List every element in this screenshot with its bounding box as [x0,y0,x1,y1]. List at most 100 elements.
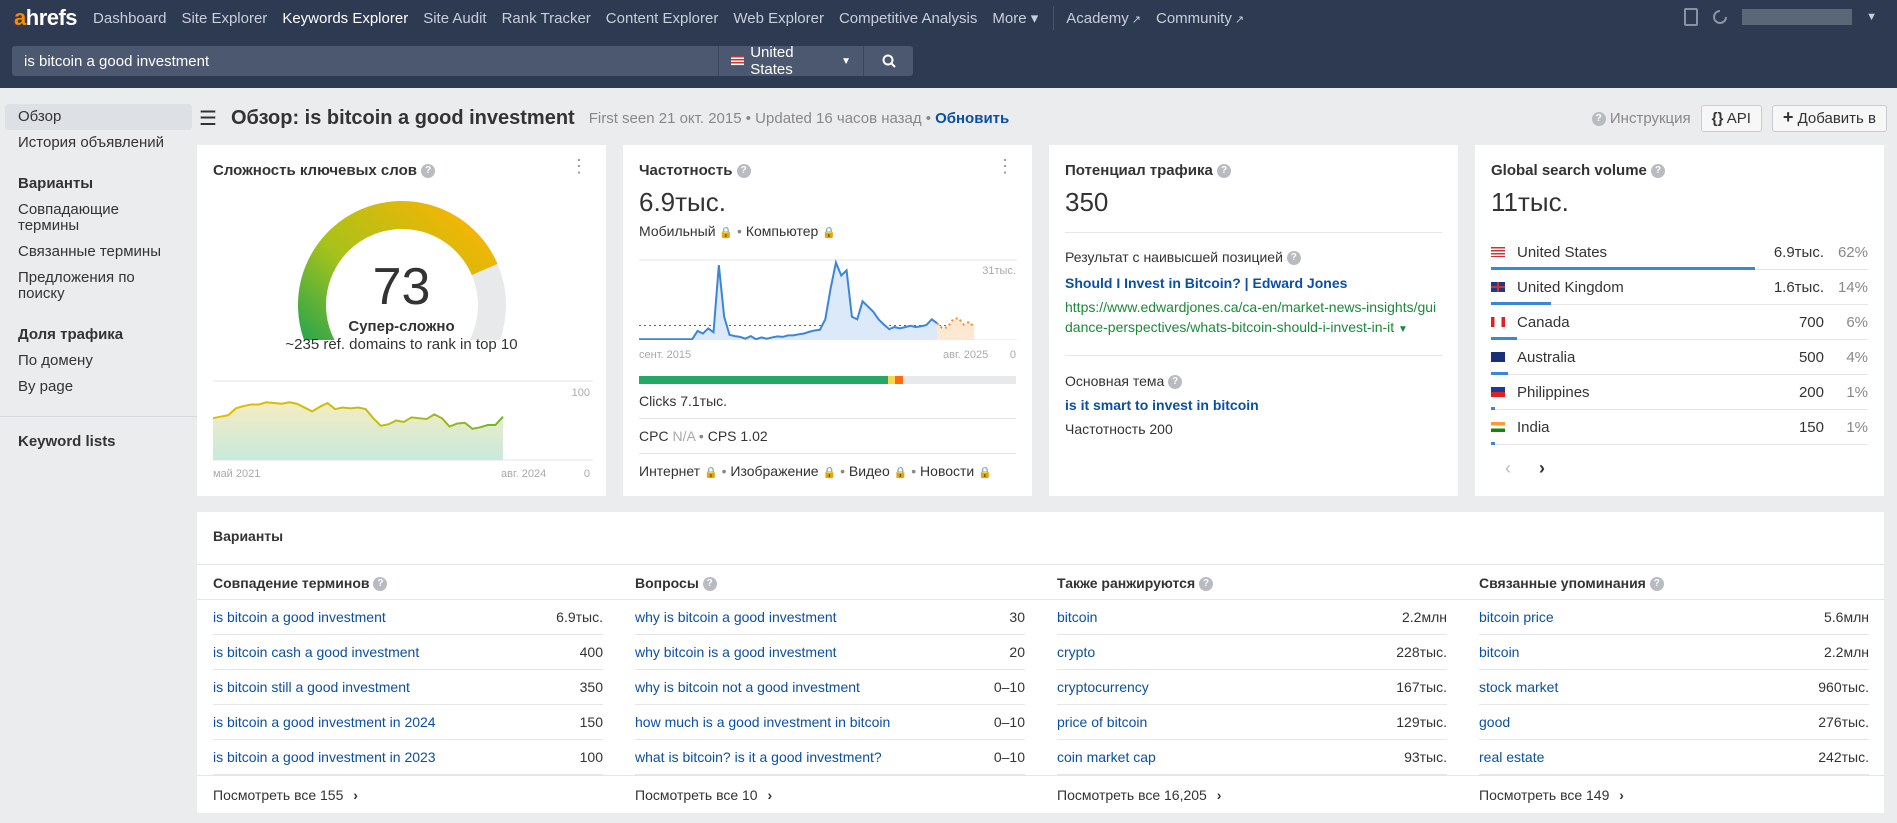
keyword-link[interactable]: is bitcoin a good investment [213,609,386,625]
nav-content-explorer[interactable]: Content Explorer [606,10,719,27]
add-to-button[interactable]: + Добавить в [1771,104,1887,132]
sidebar-item-related-terms[interactable]: Связанные термины [5,239,192,265]
sidebar-item-keyword-lists[interactable]: Keyword lists [5,429,192,455]
top-result-label: Результат с наивысшей позицией [1065,249,1283,265]
us-flag-icon [1491,247,1505,257]
sidebar-item-by-page[interactable]: By page [5,374,192,400]
search-button[interactable] [863,46,913,76]
account-name-redacted[interactable] [1742,9,1853,25]
keyword-link[interactable]: cryptocurrency [1057,679,1149,695]
country-row[interactable]: Canada 700 6% [1491,305,1868,340]
sidebar-item-overview[interactable]: Обзор [5,104,192,130]
api-button[interactable]: {} API [1700,104,1762,132]
sidebar-item-ads-history[interactable]: История объявлений [5,130,192,156]
nav-web-explorer[interactable]: Web Explorer [733,10,824,27]
tablet-icon[interactable] [1684,8,1699,26]
guide-link[interactable]: ? Инструкция [1591,110,1691,127]
column-title: Связанные упоминания [1479,575,1646,591]
help-icon[interactable]: ? [373,577,388,592]
keyword-link[interactable]: bitcoin [1057,609,1097,625]
keyword-link[interactable]: coin market cap [1057,749,1156,765]
keyword-link[interactable]: bitcoin price [1479,609,1554,625]
keyword-volume: 2.2млн [1402,609,1447,625]
keyword-link[interactable]: good [1479,714,1510,730]
chevron-right-icon: › [767,787,773,803]
view-all-link[interactable]: Посмотреть все 16,205 › [1041,775,1463,814]
prev-page-icon[interactable]: ‹ [1505,458,1511,479]
keyword-row: good 276тыс. [1479,705,1869,740]
keyword-link[interactable]: why is bitcoin a good investment [635,609,837,625]
clicks-distribution-bar [639,376,1016,384]
top-result-url[interactable]: https://www.edwardjones.ca/ca-en/market-… [1065,297,1443,340]
sidebar-item-matching-terms[interactable]: Совпадающие термины [5,197,192,239]
more-options-icon[interactable]: ⋮ [570,157,588,175]
view-all-link[interactable]: Посмотреть все 149 › [1463,775,1885,814]
keyword-link[interactable]: why is bitcoin not a good investment [635,679,860,695]
nav-keywords-explorer[interactable]: Keywords Explorer [282,10,408,27]
view-all-link[interactable]: Посмотреть все 155 › [197,775,619,814]
help-icon[interactable]: ? [1651,164,1666,179]
nav-rank-tracker[interactable]: Rank Tracker [502,10,591,27]
account-dropdown-icon[interactable]: ▼ [1866,11,1877,23]
next-page-icon[interactable]: › [1539,458,1545,479]
help-icon[interactable]: ? [702,577,717,592]
keyword-link[interactable]: why bitcoin is a good investment [635,644,837,660]
refresh-link[interactable]: Обновить [935,110,1009,127]
more-options-icon[interactable]: ⋮ [996,157,1014,175]
country-row[interactable]: Philippines 200 1% [1491,375,1868,410]
nav-dashboard[interactable]: Dashboard [93,10,166,27]
top-result-title[interactable]: Should I Invest in Bitcoin? | Edward Jon… [1065,275,1347,291]
keyword-link[interactable]: is bitcoin cash a good investment [213,644,419,660]
sidebar-item-search-suggestions[interactable]: Предложения по поиску [5,265,192,307]
keyword-link[interactable]: is bitcoin a good investment in 2024 [213,714,436,730]
nav-site-explorer[interactable]: Site Explorer [181,10,267,27]
keyword-link[interactable]: how much is a good investment in bitcoin [635,714,890,730]
country-percent: 6% [1846,313,1868,331]
volume-line [639,259,938,340]
au-flag-icon [1491,352,1505,362]
keyword-row: bitcoin 2.2млн [1057,600,1447,635]
paid-clicks-segment [887,376,896,384]
nav-community[interactable]: Community ↗ [1156,10,1244,27]
help-icon[interactable]: ? [736,164,751,179]
keyword-search-bar: is bitcoin a good investment United Stat… [12,44,913,78]
x-axis-end: авг. 2024 [501,468,547,480]
ahrefs-logo[interactable]: ahrefs [14,5,78,31]
sidebar-item-by-domain[interactable]: По домену [5,348,192,374]
keyword-link[interactable]: is bitcoin still a good investment [213,679,410,695]
keyword-row: bitcoin price 5.6млн [1479,600,1869,635]
country-row[interactable]: United States 6.9тыс. 62% [1491,235,1868,270]
global-search-volume-card: Global search volume ? 11тыс. United Sta… [1475,145,1884,496]
keyword-volume: 129тыс. [1396,714,1447,730]
keyword-link[interactable]: price of bitcoin [1057,714,1147,730]
search-input[interactable]: is bitcoin a good investment [12,46,718,76]
help-icon[interactable]: ? [1199,577,1214,592]
keyword-link[interactable]: real estate [1479,749,1544,765]
keyword-link[interactable]: is bitcoin a good investment in 2023 [213,749,436,765]
keyword-link[interactable]: crypto [1057,644,1095,660]
nav-more[interactable]: More ▾ [992,9,1038,27]
ph-flag-icon [1491,387,1505,397]
nav-divider [1053,6,1055,30]
top-bar: ahrefs Dashboard Site Explorer Keywords … [0,0,1897,88]
help-icon[interactable]: ? [1168,375,1183,390]
keyword-link[interactable]: bitcoin [1479,644,1519,660]
help-icon[interactable]: ? [1217,164,1232,179]
speed-gauge-icon[interactable] [1712,9,1728,25]
country-row[interactable]: United Kingdom 1.6тыс. 14% [1491,270,1868,305]
help-icon[interactable]: ? [421,164,436,179]
country-row[interactable]: Australia 500 4% [1491,340,1868,375]
menu-icon[interactable]: ☰ [199,106,217,131]
keyword-link[interactable]: stock market [1479,679,1558,695]
parent-topic-link[interactable]: is it smart to invest in bitcoin [1065,397,1259,413]
nav-site-audit[interactable]: Site Audit [423,10,486,27]
help-icon[interactable]: ? [1649,577,1664,592]
dropdown-icon[interactable]: ▼ [1398,324,1408,335]
help-icon[interactable]: ? [1286,251,1301,266]
nav-competitive-analysis[interactable]: Competitive Analysis [839,10,977,27]
keyword-link[interactable]: what is bitcoin? is it a good investment… [635,749,882,765]
country-select[interactable]: United States ▼ [718,44,863,78]
country-row[interactable]: India 150 1% [1491,410,1868,445]
view-all-link[interactable]: Посмотреть все 10 › [619,775,1041,814]
nav-academy[interactable]: Academy ↗ [1066,10,1141,27]
